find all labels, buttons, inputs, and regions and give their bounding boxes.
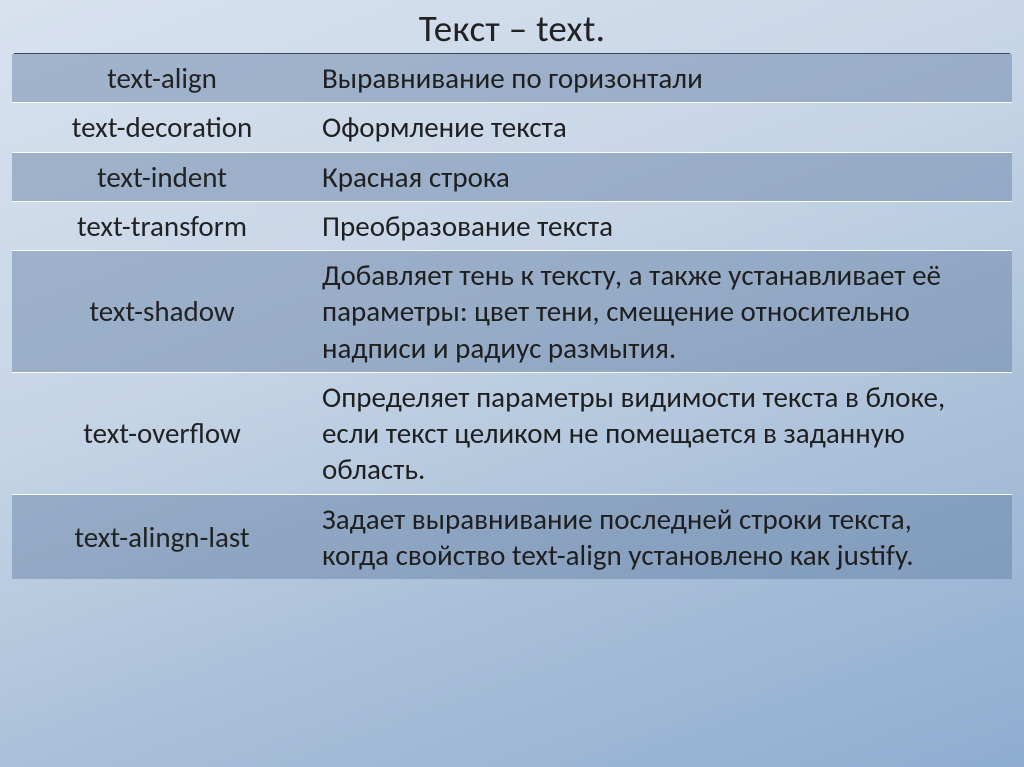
slide: Текст – text. text-align Выравнивание по… — [0, 0, 1024, 767]
property-desc: Добавляет тень к тексту, а также устанав… — [312, 251, 1012, 373]
property-name: text-overflow — [12, 372, 312, 494]
table-row: text-transform Преобразование текста — [12, 201, 1012, 250]
property-name: text-alingn-last — [12, 494, 312, 579]
table-row: text-shadow Добавляет тень к тексту, а т… — [12, 251, 1012, 373]
table-row: text-indent Красная строка — [12, 152, 1012, 201]
property-name: text-indent — [12, 152, 312, 201]
table-body: text-align Выравнивание по горизонтали t… — [12, 54, 1012, 579]
table-row: text-alingn-last Задает выравнивание пос… — [12, 494, 1012, 579]
property-desc: Красная строка — [312, 152, 1012, 201]
property-desc: Преобразование текста — [312, 201, 1012, 250]
property-name: text-decoration — [12, 103, 312, 152]
property-name: text-transform — [12, 201, 312, 250]
properties-table: text-align Выравнивание по горизонтали t… — [12, 54, 1012, 579]
table-row: text-align Выравнивание по горизонтали — [12, 54, 1012, 103]
property-desc: Оформление текста — [312, 103, 1012, 152]
property-name: text-shadow — [12, 251, 312, 373]
property-desc: Определяет параметры видимости текста в … — [312, 372, 1012, 494]
property-name: text-align — [12, 54, 312, 103]
property-desc: Выравнивание по горизонтали — [312, 54, 1012, 103]
property-desc: Задает выравнивание последней строки тек… — [312, 494, 1012, 579]
table-row: text-decoration Оформление текста — [12, 103, 1012, 152]
slide-title: Текст – text. — [14, 0, 1010, 54]
table-row: text-overflow Определяет параметры видим… — [12, 372, 1012, 494]
